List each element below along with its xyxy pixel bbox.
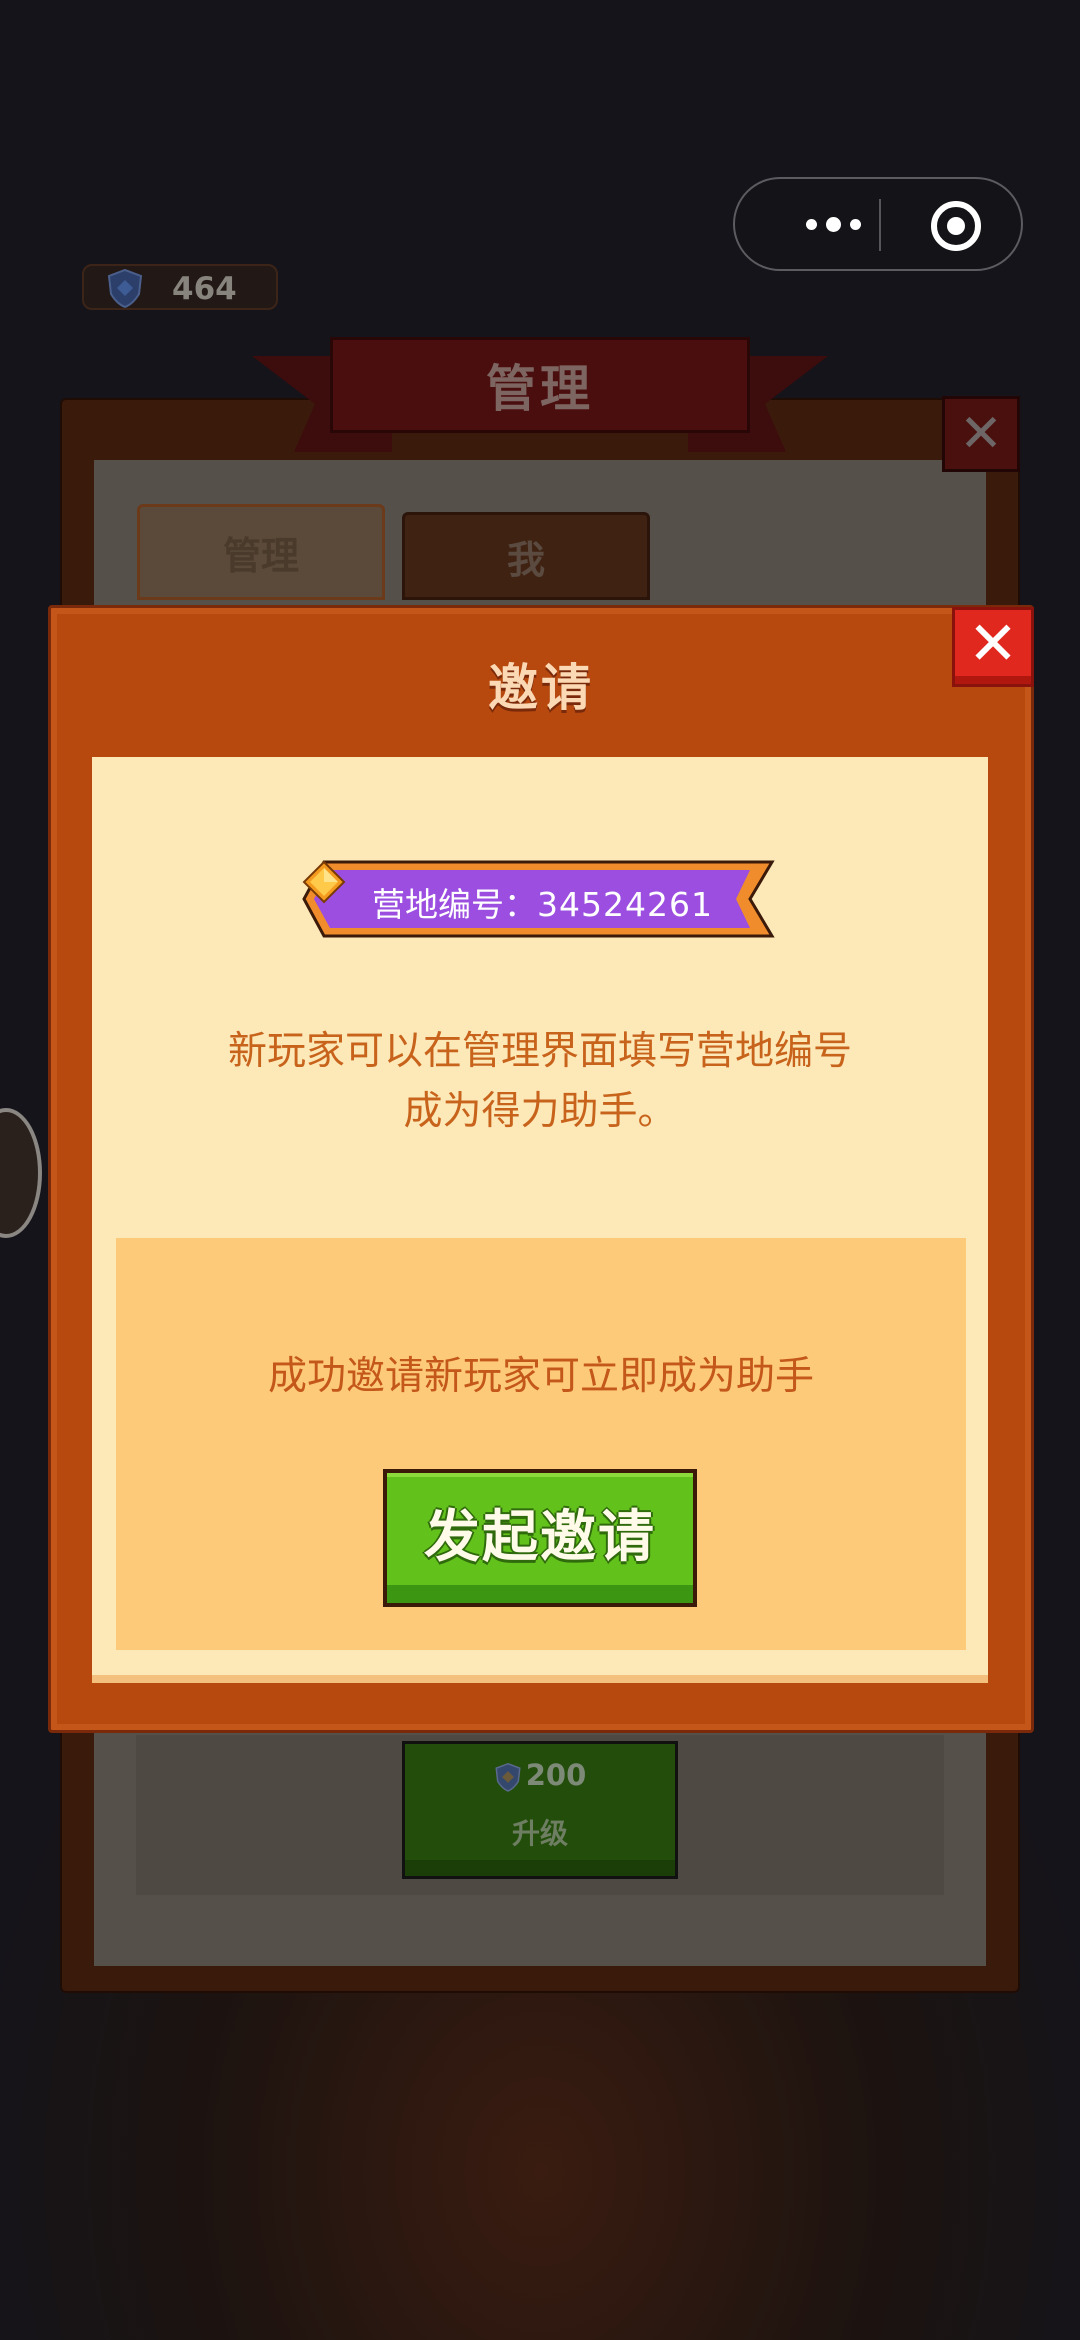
tab-me-label: 我 xyxy=(506,537,545,582)
camp-id-value: 34524261 xyxy=(537,885,713,924)
management-title: 管理 xyxy=(486,360,594,418)
upgrade-button-rim xyxy=(405,1860,675,1876)
upgrade-label: 升级 xyxy=(511,1817,568,1850)
capsule-divider xyxy=(879,199,881,251)
tab-me[interactable]: 我 xyxy=(402,512,650,600)
send-invite-label: 发起邀请 xyxy=(424,1504,656,1570)
close-miniprogram-icon[interactable] xyxy=(927,197,985,255)
description-line-1: 新玩家可以在管理界面填写营地编号 xyxy=(227,1029,852,1074)
invite-description: 新玩家可以在管理界面填写营地编号 成为得力助手。 xyxy=(120,1022,960,1142)
resource-counter: 464 xyxy=(82,264,278,310)
close-icon: ✕ xyxy=(959,404,1003,464)
tab-management[interactable]: 管理 xyxy=(137,504,385,600)
upgrade-cost-value: 200 xyxy=(525,1758,587,1792)
management-close-button[interactable]: ✕ xyxy=(942,396,1020,472)
reward-text: 成功邀请新玩家可立即成为助手 xyxy=(267,1354,814,1399)
gem-icon xyxy=(302,860,346,904)
camp-id-tag: 营地编号：34524261 xyxy=(302,860,778,938)
dialog-title: 邀请 xyxy=(488,659,594,717)
send-invite-button[interactable]: 发起邀请 xyxy=(383,1469,697,1607)
description-line-2: 成为得力助手。 xyxy=(403,1089,677,1134)
camp-id-text: 营地编号：34524261 xyxy=(372,878,713,926)
tab-management-label: 管理 xyxy=(222,533,299,578)
close-icon: ✕ xyxy=(967,609,1019,679)
management-title-banner: 管理 xyxy=(330,337,750,433)
side-menu-icon[interactable] xyxy=(0,1108,42,1238)
upgrade-button[interactable]: 200 升级 xyxy=(402,1741,678,1879)
dialog-close-button[interactable]: ✕ xyxy=(952,607,1034,687)
shield-icon xyxy=(495,1762,521,1792)
camp-id-label: 营地编号： xyxy=(372,885,537,924)
miniprogram-capsule xyxy=(733,177,1023,271)
shield-icon xyxy=(107,268,143,308)
resource-value: 464 xyxy=(172,271,237,307)
more-icon[interactable] xyxy=(780,196,886,252)
upgrade-cost: 200 xyxy=(405,1758,675,1792)
